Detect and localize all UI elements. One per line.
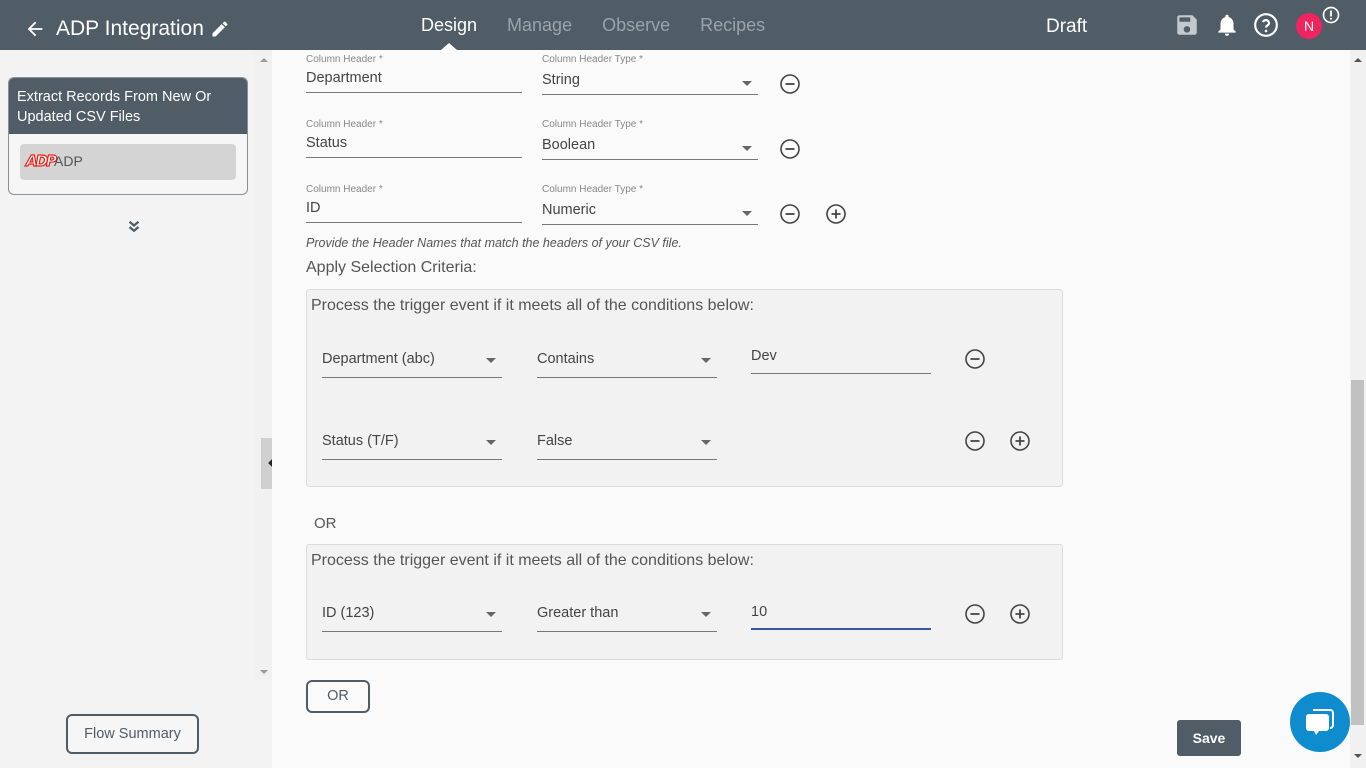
condition-value-input[interactable]: Dev [751, 346, 931, 374]
tab-recipes[interactable]: Recipes [685, 0, 780, 50]
trigger-title: Extract Records From New Or Updated CSV … [9, 78, 247, 134]
caret-down-icon [742, 146, 752, 151]
add-condition-icon[interactable] [1009, 603, 1031, 625]
column-type-select[interactable]: String [542, 70, 758, 95]
column-type-select[interactable]: Boolean [542, 135, 758, 160]
caret-down-icon [701, 358, 711, 363]
condition-group: Process the trigger event if it meets al… [306, 289, 1063, 487]
caret-down-icon [742, 81, 752, 86]
flow-status: Draft [1046, 16, 1088, 37]
top-bar: ADP Integration Design Manage Observe Re… [0, 0, 1366, 50]
sidebar-scrollbar[interactable] [255, 50, 272, 680]
caret-down-icon [701, 440, 711, 445]
chat-bubble-icon [1306, 709, 1334, 735]
column-header-label: Column Header * [306, 184, 383, 195]
sidebar: Extract Records From New Or Updated CSV … [0, 50, 272, 768]
column-header-label: Column Header * [306, 54, 383, 65]
add-condition-icon[interactable] [1009, 430, 1031, 452]
remove-icon[interactable] [779, 138, 801, 160]
condition-field-select[interactable]: Status (T/F) [322, 428, 502, 460]
caret-down-icon [742, 211, 752, 216]
or-separator: OR [314, 515, 337, 532]
remove-condition-icon[interactable] [964, 430, 986, 452]
caret-down-icon [486, 358, 496, 363]
column-header-input[interactable]: ID [306, 198, 522, 223]
condition-field-select[interactable]: ID (123) [322, 600, 502, 632]
column-type-label: Column Header Type * [542, 54, 643, 65]
main-scrollbar[interactable] [1350, 50, 1366, 768]
condition-group-title: Process the trigger event if it meets al… [311, 297, 754, 314]
tab-design[interactable]: Design [406, 0, 492, 50]
condition-value-input[interactable]: 10 [751, 600, 931, 630]
column-type-select[interactable]: Numeric [542, 200, 758, 225]
condition-group-title: Process the trigger event if it meets al… [311, 552, 754, 569]
column-type-label: Column Header Type * [542, 184, 643, 195]
column-header-input[interactable]: Department [306, 68, 522, 93]
main-nav: Design Manage Observe Recipes [406, 0, 780, 50]
add-or-group-button[interactable]: OR [306, 680, 370, 713]
chat-button[interactable] [1290, 692, 1350, 752]
condition-field-select[interactable]: Department (abc) [322, 346, 502, 378]
alert-icon[interactable] [1322, 6, 1340, 24]
scroll-up-icon[interactable] [1354, 58, 1362, 62]
main-content: Column Header * Department Column Header… [272, 50, 1350, 768]
remove-condition-icon[interactable] [964, 348, 986, 370]
condition-operator-select[interactable]: Greater than [537, 600, 717, 632]
adp-logo-icon: ADP [25, 151, 57, 170]
column-header-input[interactable]: Status [306, 133, 522, 158]
scroll-up-icon[interactable] [260, 58, 268, 62]
column-hint: Provide the Header Names that match the … [306, 236, 682, 250]
remove-icon[interactable] [779, 73, 801, 95]
caret-down-icon [486, 612, 496, 617]
pencil-icon[interactable] [210, 19, 230, 39]
save-button[interactable]: Save [1177, 720, 1241, 756]
remove-icon[interactable] [779, 203, 801, 225]
tab-manage[interactable]: Manage [492, 0, 587, 50]
scroll-down-icon[interactable] [260, 670, 268, 674]
column-header-label: Column Header * [306, 119, 383, 130]
caret-down-icon [486, 440, 496, 445]
connector-label: ADP [54, 153, 83, 169]
connector-adp[interactable]: ADP ADP [20, 144, 236, 180]
app-title: ADP Integration [56, 17, 204, 40]
remove-condition-icon[interactable] [964, 603, 986, 625]
scrollbar-thumb[interactable] [1351, 380, 1364, 725]
condition-group: Process the trigger event if it meets al… [306, 544, 1063, 660]
condition-operator-select[interactable]: Contains [537, 346, 717, 378]
condition-operator-select[interactable]: False [537, 428, 717, 460]
user-avatar[interactable]: N [1296, 13, 1322, 39]
back-arrow-icon[interactable] [24, 18, 46, 40]
bell-icon[interactable] [1214, 12, 1240, 38]
trigger-card[interactable]: Extract Records From New Or Updated CSV … [8, 77, 248, 195]
tab-observe[interactable]: Observe [587, 0, 685, 50]
flow-summary-button[interactable]: Flow Summary [66, 714, 199, 754]
scroll-down-icon[interactable] [1354, 754, 1362, 758]
help-icon[interactable] [1253, 12, 1279, 38]
save-icon[interactable] [1174, 12, 1200, 38]
double-chevron-down-icon[interactable] [125, 218, 143, 236]
selection-criteria-title: Apply Selection Criteria: [306, 259, 477, 276]
caret-down-icon [701, 612, 711, 617]
add-icon[interactable] [825, 203, 847, 225]
column-type-label: Column Header Type * [542, 119, 643, 130]
